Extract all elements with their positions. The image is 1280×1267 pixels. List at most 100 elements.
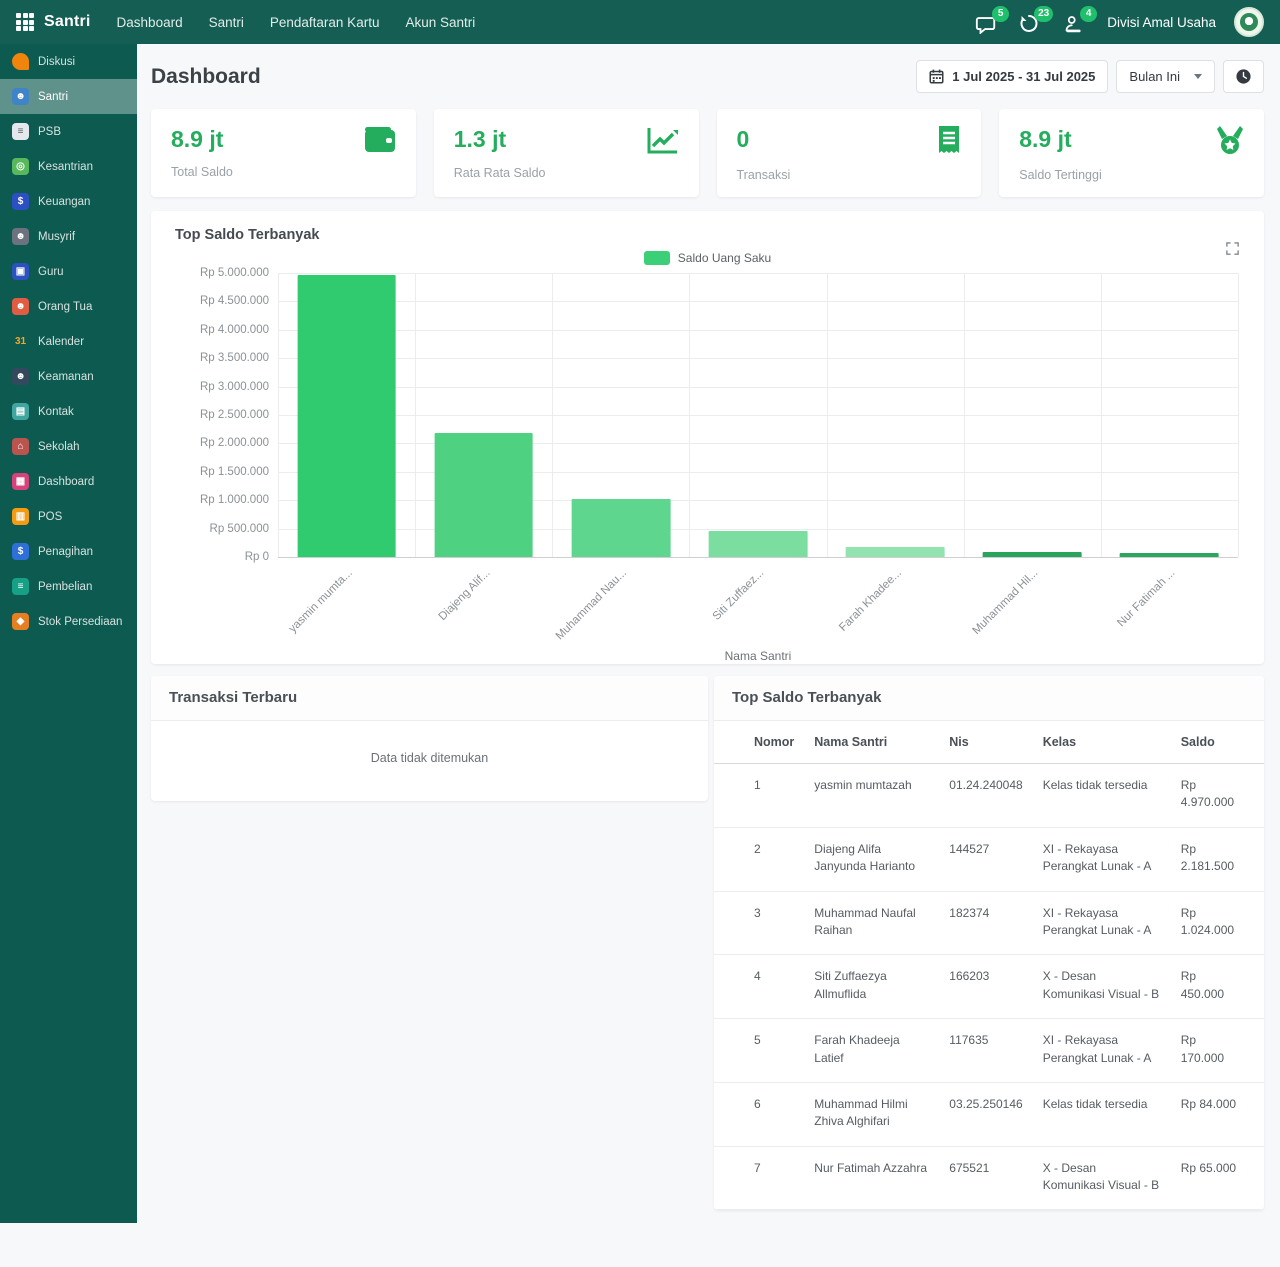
top-saldo-table-card: Top Saldo Terbanyak NomorNama SantriNisK… <box>714 676 1264 1210</box>
sidebar-item-pembelian[interactable]: ≡Pembelian <box>0 569 137 604</box>
trend-chart-icon <box>647 126 679 159</box>
sidebar-item-penagihan[interactable]: $ Penagihan <box>0 534 137 569</box>
wallet-icon <box>364 126 396 158</box>
bar-muhammad-nau-[interactable] <box>571 499 670 557</box>
table-cell: X - Desan Komunikasi Visual - B <box>1033 1146 1171 1210</box>
nav-item-akun-santri[interactable]: Akun Santri <box>405 15 475 30</box>
legend-label: Saldo Uang Saku <box>678 251 771 265</box>
bar-yasmin-mumta-[interactable] <box>297 275 396 557</box>
table-cell: XI - Rekayasa Perangkat Lunak - A <box>1033 1019 1171 1083</box>
sidebar-item-label: Kesantrian <box>38 161 93 173</box>
table-row: 4Siti Zuffaezya Allmuflida166203X - Desa… <box>714 955 1264 1019</box>
table-row: 7Nur Fatimah Azzahra675521X - Desan Komu… <box>714 1146 1264 1210</box>
period-select[interactable]: Bulan Ini <box>1116 60 1215 93</box>
sidebar-item-sekolah[interactable]: ⌂Sekolah <box>0 429 137 464</box>
sidebar-item-diskusi[interactable]: Diskusi <box>0 44 137 79</box>
billing-icon: $ <box>12 543 29 560</box>
sidebar-item-orang-tua[interactable]: ☻Orang Tua <box>0 289 137 324</box>
y-tick-label: Rp 3.500.000 <box>200 352 269 364</box>
sidebar-item-kalender[interactable]: 31 Kalender <box>0 324 137 359</box>
table-cell: 144527 <box>939 827 1032 891</box>
nav-item-dashboard[interactable]: Dashboard <box>117 15 183 30</box>
bar-chart-plot: Rp 0Rp 500.000Rp 1.000.000Rp 1.500.000Rp… <box>278 273 1238 557</box>
x-tick-label: Nur Fatimah ... <box>1116 567 1178 629</box>
nav-item-santri[interactable]: Santri <box>209 15 244 30</box>
y-tick-label: Rp 1.000.000 <box>200 494 269 506</box>
table-cell: Rp 2.181.500 <box>1171 827 1264 891</box>
page-title: Dashboard <box>151 65 261 89</box>
table-cell: Muhammad Hilmi Zhiva Alghifari <box>804 1082 939 1146</box>
top-saldo-table-header: Top Saldo Terbanyak <box>714 676 1264 721</box>
recent-transactions-title: Transaksi Terbaru <box>169 689 297 706</box>
table-cell: Nur Fatimah Azzahra <box>804 1146 939 1210</box>
x-axis-title: Nama Santri <box>278 649 1238 663</box>
table-cell: 01.24.240048 <box>939 764 1032 828</box>
bar-farah-khadee-[interactable] <box>846 547 945 557</box>
table-cell: 7 <box>714 1146 804 1210</box>
y-tick-label: Rp 1.500.000 <box>200 466 269 478</box>
gridline-h <box>278 301 1238 302</box>
brand-name: Santri <box>44 13 91 31</box>
table-cell: Rp 65.000 <box>1171 1146 1264 1210</box>
pos-icon: ▥ <box>12 508 29 525</box>
gridline-v <box>964 273 965 557</box>
sidebar-item-kesantrian[interactable]: ◎Kesantrian <box>0 149 137 184</box>
requests-button[interactable]: 4 <box>1063 10 1089 34</box>
history-button[interactable]: 23 <box>1019 10 1045 34</box>
sidebar-item-label: Kontak <box>38 406 74 418</box>
sidebar-item-guru[interactable]: ▣Guru <box>0 254 137 289</box>
contact-icon: ▤ <box>12 403 29 420</box>
user-division-label: Divisi Amal Usaha <box>1107 15 1216 30</box>
sidebar-item-pos[interactable]: ▥POS <box>0 499 137 534</box>
time-button[interactable] <box>1223 60 1264 93</box>
table-cell: Rp 4.970.000 <box>1171 764 1264 828</box>
stock-icon: ◆ <box>12 613 29 630</box>
sidebar-item-label: Kalender <box>38 336 84 348</box>
table-cell: Diajeng Alifa Janyunda Harianto <box>804 827 939 891</box>
sidebar-item-keamanan[interactable]: ☻Keamanan <box>0 359 137 394</box>
table-cell: Rp 170.000 <box>1171 1019 1264 1083</box>
table-row: 1yasmin mumtazah01.24.240048Kelas tidak … <box>714 764 1264 828</box>
bar-siti-zuffaez-[interactable] <box>709 531 808 557</box>
table-cell: Siti Zuffaezya Allmuflida <box>804 955 939 1019</box>
document-icon: ≡ <box>12 123 29 140</box>
sidebar-item-label: Musyrif <box>38 231 75 243</box>
teacher-icon: ▣ <box>12 263 29 280</box>
y-tick-label: Rp 0 <box>245 551 269 563</box>
app-brand[interactable]: Santri <box>16 13 91 31</box>
chart-legend[interactable]: Saldo Uang Saku <box>151 251 1264 265</box>
bar-muhammad-hil-[interactable] <box>983 552 1082 557</box>
date-range-button[interactable]: 1 Jul 2025 - 31 Jul 2025 <box>916 60 1108 93</box>
table-cell: Kelas tidak tersedia <box>1033 764 1171 828</box>
messages-button[interactable]: 5 <box>975 10 1001 34</box>
purchase-icon: ≡ <box>12 578 29 595</box>
chart-x-labels: yasmin mumta...Diajeng Alif...Muhammad N… <box>278 561 1238 651</box>
sidebar-item-santri[interactable]: ☻Santri <box>0 79 137 114</box>
sidebar-item-label: Santri <box>38 91 68 103</box>
user-avatar[interactable] <box>1234 7 1264 37</box>
table-cell: Rp 450.000 <box>1171 955 1264 1019</box>
gridline-v <box>1101 273 1102 557</box>
bar-diajeng-alif-[interactable] <box>434 433 533 557</box>
stat-label: Transaksi <box>737 168 962 182</box>
y-tick-label: Rp 5.000.000 <box>200 267 269 279</box>
sidebar-item-psb[interactable]: ≡PSB <box>0 114 137 149</box>
sidebar-item-label: Dashboard <box>38 476 94 488</box>
top-navbar: Santri Dashboard Santri Pendaftaran Kartu A… <box>0 0 1280 44</box>
sidebar-item-stok-persediaan[interactable]: ◆Stok Persediaan <box>0 604 137 639</box>
sidebar-item-label: Penagihan <box>38 546 93 558</box>
nav-item-pendaftaran-kartu[interactable]: Pendaftaran Kartu <box>270 15 380 30</box>
calendar-icon: 31 <box>12 333 29 350</box>
sidebar-item-musyrif[interactable]: ☻Musyrif <box>0 219 137 254</box>
sidebar-item-kontak[interactable]: ▤ Kontak <box>0 394 137 429</box>
table-cell: Muhammad Naufal Raihan <box>804 891 939 955</box>
sidebar-item-keuangan[interactable]: $Keuangan <box>0 184 137 219</box>
fullscreen-icon[interactable] <box>1225 241 1240 261</box>
top-saldo-table: NomorNama SantriNisKelasSaldo 1yasmin mu… <box>714 721 1264 1210</box>
stat-card-rata-rata-saldo: 1.3 jtRata Rata Saldo <box>434 109 699 197</box>
bar-nur-fatimah-[interactable] <box>1120 553 1219 557</box>
table-cell: XI - Rekayasa Perangkat Lunak - A <box>1033 891 1171 955</box>
receipt-icon <box>937 126 961 161</box>
gridline-v <box>1238 273 1239 557</box>
sidebar-item-dashboard[interactable]: ▦Dashboard <box>0 464 137 499</box>
